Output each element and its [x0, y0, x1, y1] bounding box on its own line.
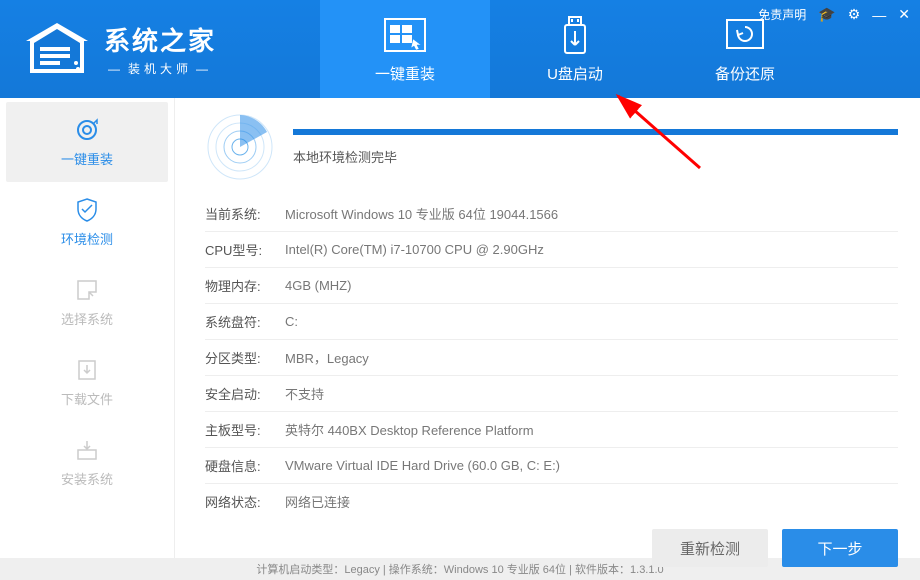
radar-icon: [205, 112, 275, 182]
info-row-network: 网络状态:网络已连接: [205, 484, 898, 519]
reinstall-icon: [74, 117, 100, 143]
app-subtitle: 装机大师: [104, 60, 216, 77]
sidebar-item-label: 环境检测: [61, 229, 113, 248]
logo-text: 系统之家 装机大师: [104, 21, 216, 77]
logo-icon: [18, 18, 96, 80]
sidebar-item-label: 安装系统: [61, 469, 113, 488]
info-label: 当前系统:: [205, 204, 285, 223]
info-label: 安全启动:: [205, 384, 285, 403]
info-value: Intel(R) Core(TM) i7-10700 CPU @ 2.90GHz: [285, 242, 898, 257]
info-value: MBR，Legacy: [285, 348, 898, 367]
scan-message: 本地环境检测完毕: [293, 147, 898, 166]
window-controls: 免责声明 🎓 ⚙ — ✕: [758, 6, 910, 23]
info-value: Microsoft Windows 10 专业版 64位 19044.1566: [285, 204, 898, 223]
body: 一键重装 环境检测 选择系统 下载文件 安装系统 本地环境检测完毕: [0, 98, 920, 558]
scan-row: 本地环境检测完毕: [205, 112, 898, 182]
main-panel: 本地环境检测完毕 当前系统:Microsoft Windows 10 专业版 6…: [175, 98, 920, 558]
app-title: 系统之家: [104, 21, 216, 58]
windows-cursor-icon: [383, 15, 427, 55]
tab-label: 一键重装: [375, 63, 435, 84]
tab-usb-boot[interactable]: U盘启动: [490, 0, 660, 98]
shield-check-icon: [74, 197, 100, 223]
install-icon: [74, 437, 100, 463]
info-value: 不支持: [285, 384, 898, 403]
gear-icon[interactable]: ⚙: [848, 6, 861, 23]
info-value: 网络已连接: [285, 492, 898, 511]
info-row-os: 当前系统:Microsoft Windows 10 专业版 64位 19044.…: [205, 196, 898, 232]
disclaimer-link[interactable]: 免责声明: [758, 6, 806, 23]
tab-reinstall[interactable]: 一键重装: [320, 0, 490, 98]
system-info: 当前系统:Microsoft Windows 10 专业版 64位 19044.…: [205, 196, 898, 519]
close-icon[interactable]: ✕: [898, 6, 910, 23]
info-row-drive: 系统盘符:C:: [205, 304, 898, 340]
usb-icon: [553, 15, 597, 55]
scan-right: 本地环境检测完毕: [293, 129, 898, 166]
graduation-icon[interactable]: 🎓: [818, 6, 835, 23]
select-system-icon: [74, 277, 100, 303]
info-label: 物理内存:: [205, 276, 285, 295]
tab-label: U盘启动: [547, 63, 603, 84]
info-value: C:: [285, 314, 898, 329]
next-button[interactable]: 下一步: [782, 529, 898, 567]
info-row-motherboard: 主板型号:英特尔 440BX Desktop Reference Platfor…: [205, 412, 898, 448]
sidebar-item-reinstall[interactable]: 一键重装: [6, 102, 168, 182]
info-label: 分区类型:: [205, 348, 285, 367]
info-label: 系统盘符:: [205, 312, 285, 331]
info-value: 4GB (MHZ): [285, 278, 898, 293]
sidebar-item-label: 下载文件: [61, 389, 113, 408]
tab-label: 备份还原: [715, 63, 775, 84]
sidebar: 一键重装 环境检测 选择系统 下载文件 安装系统: [0, 98, 175, 558]
download-icon: [74, 357, 100, 383]
minimize-icon[interactable]: —: [872, 7, 886, 23]
info-row-disk: 硬盘信息:VMware Virtual IDE Hard Drive (60.0…: [205, 448, 898, 484]
sidebar-item-install[interactable]: 安装系统: [6, 422, 168, 502]
info-value: VMware Virtual IDE Hard Drive (60.0 GB, …: [285, 458, 898, 473]
logo-area: 系统之家 装机大师: [0, 0, 320, 98]
info-row-memory: 物理内存:4GB (MHZ): [205, 268, 898, 304]
info-row-secureboot: 安全启动:不支持: [205, 376, 898, 412]
info-label: 主板型号:: [205, 420, 285, 439]
info-label: CPU型号:: [205, 240, 285, 259]
sidebar-item-label: 一键重装: [61, 149, 113, 168]
info-label: 网络状态:: [205, 492, 285, 511]
info-row-partition: 分区类型:MBR，Legacy: [205, 340, 898, 376]
progress-bar: [293, 129, 898, 135]
info-label: 硬盘信息:: [205, 456, 285, 475]
sidebar-item-select-system[interactable]: 选择系统: [6, 262, 168, 342]
sidebar-item-env-check[interactable]: 环境检测: [6, 182, 168, 262]
sidebar-item-download[interactable]: 下载文件: [6, 342, 168, 422]
action-buttons: 重新检测 下一步: [205, 529, 898, 567]
info-row-cpu: CPU型号:Intel(R) Core(TM) i7-10700 CPU @ 2…: [205, 232, 898, 268]
info-value: 英特尔 440BX Desktop Reference Platform: [285, 420, 898, 439]
header: 系统之家 装机大师 一键重装 U盘启动 备份还原 免责声明 🎓 ⚙ — ✕: [0, 0, 920, 98]
recheck-button[interactable]: 重新检测: [652, 529, 768, 567]
sidebar-item-label: 选择系统: [61, 309, 113, 328]
